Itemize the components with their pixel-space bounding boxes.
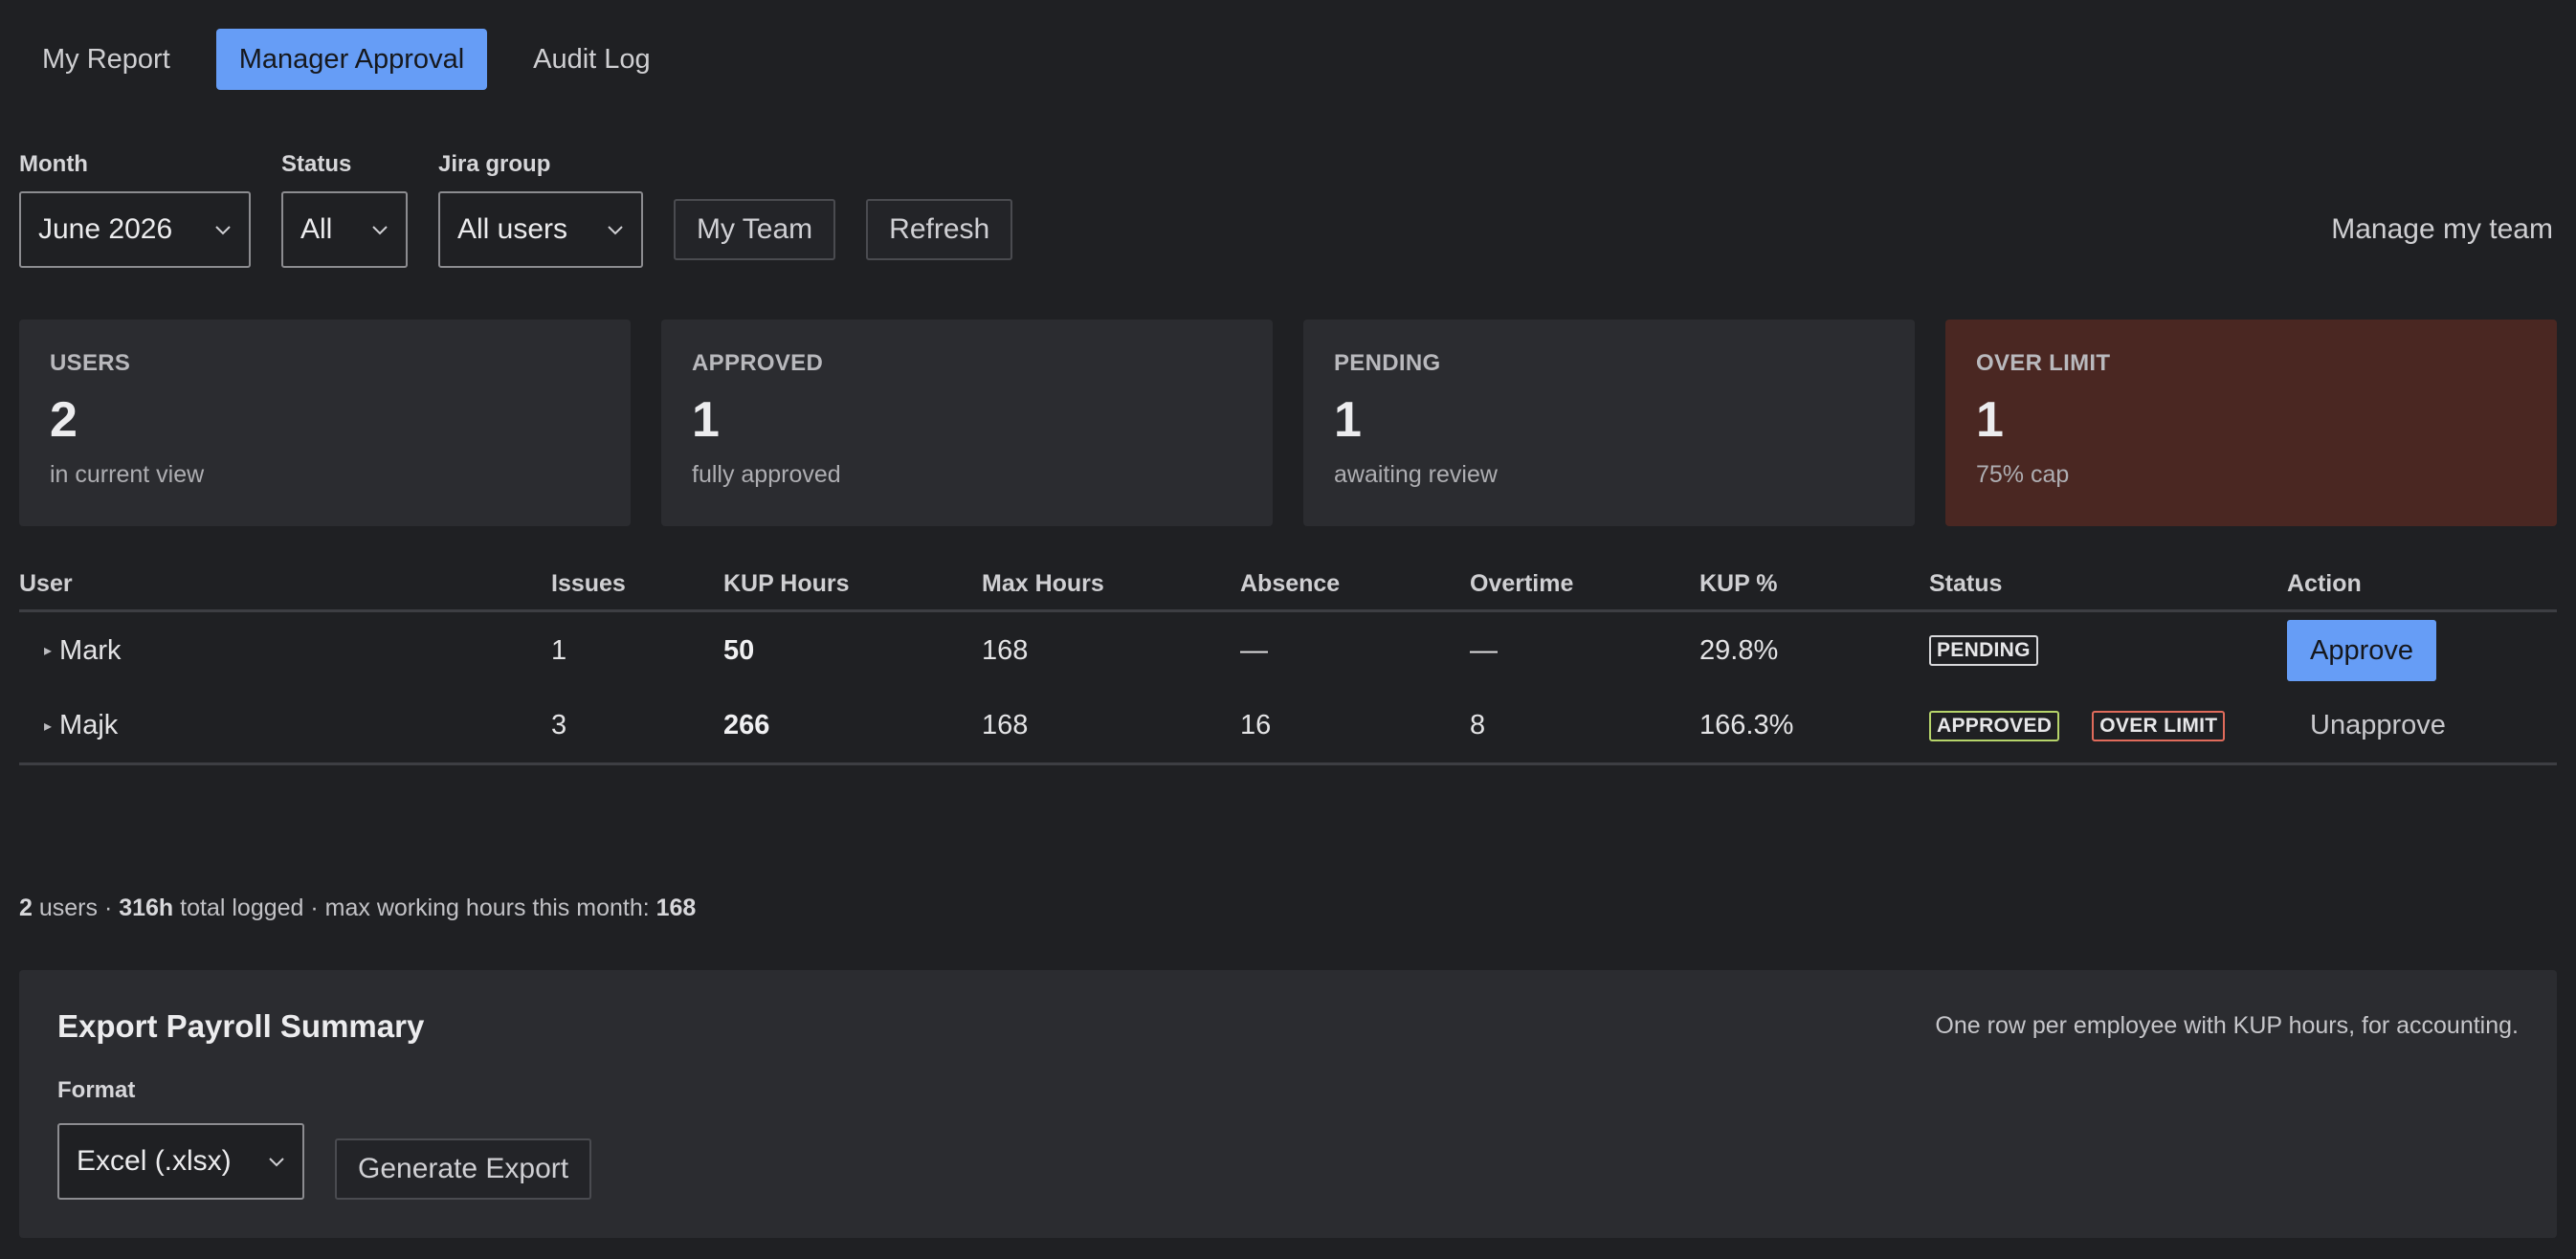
col-header-issues[interactable]: Issues (551, 570, 723, 598)
unapprove-button[interactable]: Unapprove (2287, 710, 2469, 741)
users-card: USERS 2 in current view (19, 320, 631, 526)
page: My Report Manager Approval Audit Log Mon… (0, 0, 2576, 1259)
status-badge: PENDING (1929, 635, 2038, 666)
action-cell: Approve (2287, 620, 2557, 681)
jira-group-value: All users (457, 213, 568, 245)
card-label: OVER LIMIT (1976, 350, 2111, 376)
format-label: Format (57, 1077, 136, 1103)
summary-max-hours: 168 (655, 895, 697, 921)
status-value: All (300, 213, 333, 245)
format-select[interactable]: Excel (.xlsx) (57, 1123, 304, 1200)
month-field: Month June 2026 (19, 151, 251, 268)
col-header-max-hours[interactable]: Max Hours (982, 570, 1240, 598)
table-summary: 2 users · 316h total logged · max workin… (19, 895, 696, 922)
card-subtitle: awaiting review (1334, 461, 1498, 488)
col-header-absence[interactable]: Absence (1240, 570, 1470, 598)
month-select[interactable]: June 2026 (19, 191, 251, 268)
approval-table: User Issues KUP Hours Max Hours Absence … (19, 570, 2557, 765)
kup-hours-cell: 266 (723, 710, 770, 740)
export-description: One row per employee with KUP hours, for… (1935, 1012, 2519, 1039)
summary-users-text: users · (38, 895, 113, 921)
pending-card: PENDING 1 awaiting review (1303, 320, 1915, 526)
max-hours-cell: 168 (982, 634, 1029, 666)
card-value: 2 (50, 392, 78, 448)
summary-users-count: 2 (19, 895, 33, 921)
status-cell: PENDING (1929, 635, 2287, 666)
over-limit-card: OVER LIMIT 1 75% cap (1945, 320, 2557, 526)
issues-cell: 3 (551, 710, 567, 740)
card-subtitle: in current view (50, 461, 205, 488)
status-field: Status All (281, 151, 408, 268)
user-name: Majk (59, 710, 119, 740)
month-label: Month (19, 151, 88, 177)
stat-cards: USERS 2 in current view APPROVED 1 fully… (19, 320, 2557, 526)
chevron-down-icon (269, 1158, 284, 1167)
col-header-kup-hours[interactable]: KUP Hours (723, 570, 982, 598)
jira-group-select[interactable]: All users (438, 191, 643, 268)
chevron-down-icon (608, 226, 623, 235)
tab-audit-log[interactable]: Audit Log (510, 29, 674, 90)
refresh-button[interactable]: Refresh (866, 199, 1013, 260)
summary-total-text: total logged · max working hours this mo… (180, 895, 650, 921)
status-select[interactable]: All (281, 191, 408, 268)
overtime-cell: 8 (1470, 710, 1486, 740)
kup-hours-cell: 50 (723, 634, 755, 666)
card-value: 1 (1976, 392, 2004, 448)
col-header-user[interactable]: User (19, 570, 551, 598)
status-cell: APPROVED OVER LIMIT (1929, 710, 2287, 741)
col-header-kup-pct[interactable]: KUP % (1699, 570, 1929, 598)
expand-triangle-icon[interactable]: ▸ (44, 717, 52, 736)
expand-triangle-icon[interactable]: ▸ (44, 641, 52, 660)
chevron-down-icon (215, 226, 231, 235)
export-title: Export Payroll Summary (57, 1008, 425, 1044)
col-header-status[interactable]: Status (1929, 570, 2287, 598)
status-label: Status (281, 151, 352, 177)
format-value: Excel (.xlsx) (77, 1145, 232, 1177)
max-hours-cell: 168 (982, 710, 1029, 740)
user-name: Mark (59, 634, 122, 666)
summary-total-hours: 316h (119, 895, 174, 921)
filter-bar: Month June 2026 Status All Jira group Al… (19, 151, 2557, 268)
table-row: ▸ Majk 3 266 168 16 8 166.3% APPROVED OV… (19, 689, 2557, 765)
manage-team-link[interactable]: Manage my team (2331, 199, 2557, 260)
card-subtitle: fully approved (692, 461, 841, 488)
table-row: ▸ Mark 1 50 168 — — 29.8% PENDING Approv… (19, 612, 2557, 689)
my-team-button[interactable]: My Team (674, 199, 836, 260)
status-badge: APPROVED (1929, 710, 2060, 741)
card-label: PENDING (1334, 350, 1441, 376)
export-panel: Export Payroll Summary One row per emplo… (19, 970, 2557, 1238)
overtime-cell: — (1470, 634, 1498, 666)
tab-manager-approval[interactable]: Manager Approval (215, 29, 488, 90)
generate-export-button[interactable]: Generate Export (335, 1138, 592, 1200)
card-value: 1 (1334, 392, 1362, 448)
month-value: June 2026 (38, 213, 173, 245)
tab-bar: My Report Manager Approval Audit Log (19, 29, 674, 90)
jira-group-label: Jira group (438, 151, 551, 177)
kup-pct-cell: 166.3% (1699, 710, 1794, 740)
card-label: USERS (50, 350, 131, 376)
over-limit-badge: OVER LIMIT (2092, 710, 2226, 741)
card-value: 1 (692, 392, 720, 448)
col-header-overtime[interactable]: Overtime (1470, 570, 1699, 598)
approved-card: APPROVED 1 fully approved (661, 320, 1273, 526)
absence-cell: 16 (1240, 710, 1272, 740)
table-header: User Issues KUP Hours Max Hours Absence … (19, 570, 2557, 612)
approve-button[interactable]: Approve (2287, 620, 2437, 681)
kup-pct-cell: 29.8% (1699, 634, 1779, 666)
action-cell: Unapprove (2287, 710, 2557, 741)
absence-cell: — (1240, 634, 1268, 666)
card-label: APPROVED (692, 350, 824, 376)
user-cell[interactable]: ▸ Majk (19, 710, 551, 741)
chevron-down-icon (372, 226, 388, 235)
col-header-action: Action (2287, 570, 2362, 597)
jira-group-field: Jira group All users (438, 151, 643, 268)
tab-my-report[interactable]: My Report (19, 29, 193, 90)
user-cell[interactable]: ▸ Mark (19, 635, 551, 667)
issues-cell: 1 (551, 634, 567, 666)
card-subtitle: 75% cap (1976, 461, 2070, 488)
